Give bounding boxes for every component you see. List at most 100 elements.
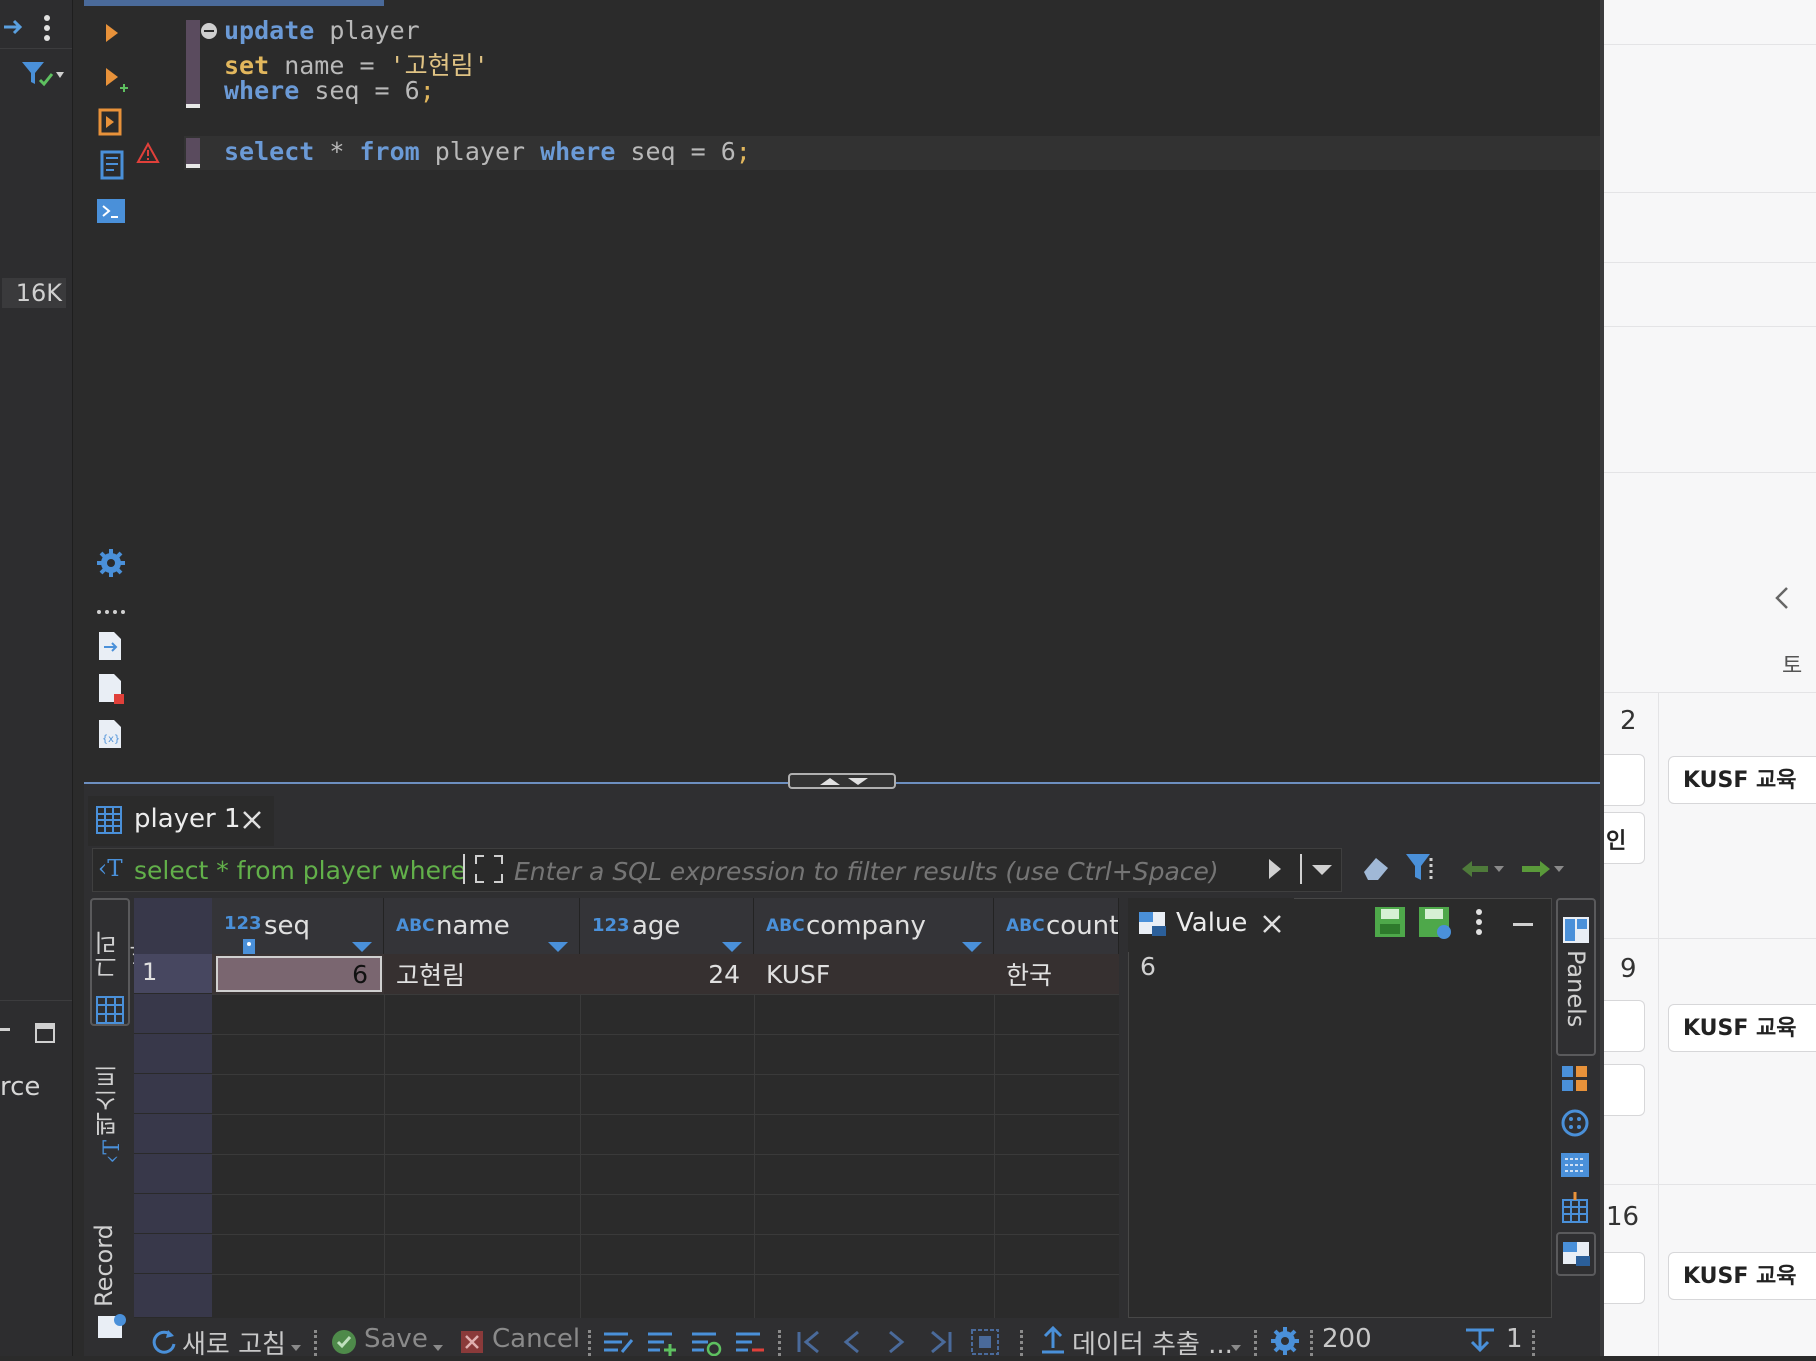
variables-file-icon[interactable]: {x}	[96, 718, 124, 754]
value-viewer-toggle[interactable]	[1556, 1232, 1596, 1276]
column-header-seq[interactable]: 123 seq	[212, 898, 384, 955]
copy-row-icon[interactable]	[690, 1328, 722, 1360]
fetch-size-value[interactable]: 200	[1322, 1324, 1372, 1354]
fold-collapse-icon[interactable]	[200, 22, 218, 44]
execute-statement-icon[interactable]	[104, 22, 120, 48]
calendar-date[interactable]: 9	[1620, 954, 1637, 984]
column-header-age[interactable]: 123 age	[580, 898, 754, 954]
splitter-handle[interactable]	[788, 773, 896, 789]
last-page-icon[interactable]	[928, 1330, 954, 1358]
save-button[interactable]: Save	[364, 1324, 428, 1354]
explain-plan-icon[interactable]	[96, 150, 126, 188]
column-name: company	[806, 911, 926, 941]
save-dropdown-icon[interactable]	[432, 1338, 444, 1357]
cancel-button[interactable]: Cancel	[492, 1324, 580, 1354]
code-line-3[interactable]: where seq = 6;	[224, 76, 435, 105]
maximize-icon[interactable]	[34, 1022, 56, 1048]
calendar-event-kusf[interactable]: KUSF 교육	[1668, 1252, 1816, 1300]
column-header-name[interactable]: ABC name	[384, 898, 580, 954]
tab-record-label[interactable]: Record	[90, 1216, 130, 1316]
grouping-icon[interactable]	[1560, 1064, 1590, 1098]
expand-icon[interactable]	[474, 854, 504, 888]
filter-check-icon[interactable]	[20, 60, 64, 92]
terminal-icon[interactable]	[96, 198, 126, 228]
row-number-cell	[134, 1154, 212, 1194]
cell-age[interactable]: 24	[580, 954, 754, 994]
close-tab-icon[interactable]	[242, 810, 262, 834]
fetch-all-icon[interactable]	[970, 1328, 1000, 1360]
row-count-icon[interactable]	[1464, 1326, 1496, 1360]
value-menu-icon[interactable]	[1474, 908, 1484, 942]
filter-funnel-icon[interactable]	[1404, 852, 1434, 888]
minimize-panel-icon[interactable]	[1512, 914, 1534, 933]
settings-gear-icon[interactable]	[96, 548, 126, 582]
calendar-date[interactable]: 16	[1606, 1202, 1639, 1232]
cell-country[interactable]: 한국	[994, 954, 1119, 994]
filter-history-dropdown-icon[interactable]	[1310, 862, 1334, 881]
save-value-to-file-icon[interactable]	[1418, 906, 1452, 944]
cell-seq[interactable]: 6	[216, 956, 382, 992]
prev-page-icon[interactable]	[842, 1330, 862, 1358]
delete-row-icon[interactable]	[734, 1328, 766, 1360]
query-preview-text[interactable]: select * from player where	[134, 856, 466, 885]
code-line-4[interactable]: select * from player where seq = 6;	[224, 137, 751, 166]
link-arrow-icon[interactable]	[2, 16, 26, 42]
more-vertical-icon[interactable]	[42, 14, 52, 46]
sql-editor[interactable]	[84, 0, 1600, 783]
execute-script-icon[interactable]	[96, 106, 126, 142]
cell-name[interactable]: 고현림	[384, 954, 580, 994]
cancel-x-icon[interactable]	[460, 1330, 484, 1358]
first-page-icon[interactable]	[796, 1330, 822, 1358]
tab-text-label[interactable]: 텍스트	[90, 1060, 130, 1140]
code-line-1[interactable]: update player	[224, 16, 420, 45]
calendar-event-fragment[interactable]	[1604, 1252, 1645, 1304]
more-dots-icon[interactable]	[96, 600, 126, 619]
column-type-label: 123	[592, 915, 630, 936]
export-data-button[interactable]: 데이터 추출 ...	[1072, 1324, 1233, 1361]
export-dropdown-icon[interactable]	[1230, 1338, 1242, 1357]
calendar-event-fragment[interactable]	[1604, 754, 1645, 806]
calendar-event-fragment[interactable]: 인	[1604, 812, 1645, 864]
calendar-event-kusf[interactable]: KUSF 교육	[1668, 1004, 1816, 1052]
column-header-company[interactable]: ABC company	[754, 898, 994, 954]
row-number-cell	[134, 1194, 212, 1234]
next-page-icon[interactable]	[886, 1330, 906, 1358]
refresh-button[interactable]: 새로 고침	[182, 1324, 286, 1361]
forward-arrow-icon[interactable]	[1520, 858, 1564, 884]
chevron-left-icon[interactable]	[1774, 586, 1790, 614]
back-arrow-icon[interactable]	[1460, 858, 1504, 884]
project-label-fragment[interactable]: rce	[0, 1072, 40, 1102]
calendar-event-kusf[interactable]: KUSF 교육	[1668, 756, 1816, 804]
execute-new-tab-icon[interactable]	[104, 66, 128, 100]
apply-filter-icon[interactable]	[1266, 856, 1284, 886]
export-file-icon[interactable]	[96, 630, 124, 666]
refresh-dropdown-icon[interactable]	[290, 1338, 302, 1357]
calendar-date[interactable]: 2	[1620, 706, 1637, 736]
calc-panel-icon[interactable]	[1560, 1150, 1590, 1184]
warning-icon	[136, 141, 160, 168]
table-grid-icon	[96, 806, 122, 838]
toolbar-settings-gear-icon[interactable]	[1270, 1326, 1300, 1360]
metadata-icon[interactable]	[1560, 1108, 1590, 1142]
column-name: seq	[264, 911, 311, 941]
save-check-icon[interactable]	[330, 1328, 358, 1360]
cell-company[interactable]: KUSF	[754, 954, 994, 994]
minimize-icon[interactable]	[0, 1022, 14, 1042]
column-insert-icon[interactable]	[1560, 1192, 1590, 1228]
eraser-icon[interactable]	[1360, 852, 1392, 888]
close-value-panel-icon[interactable]	[1262, 914, 1282, 938]
save-value-icon[interactable]	[1374, 906, 1406, 942]
refresh-icon[interactable]	[148, 1326, 178, 1360]
export-upload-icon[interactable]	[1040, 1325, 1066, 1360]
value-content[interactable]: 6	[1140, 952, 1156, 981]
calendar-event-fragment[interactable]	[1604, 1064, 1645, 1116]
calendar-event-fragment[interactable]	[1604, 1000, 1645, 1052]
edit-row-icon[interactable]	[602, 1328, 634, 1360]
column-header-country[interactable]: ABC countr	[994, 898, 1119, 954]
file-error-icon[interactable]	[96, 672, 126, 710]
filter-input[interactable]	[512, 850, 1262, 892]
grid-line	[212, 1074, 1119, 1075]
add-row-icon[interactable]	[646, 1328, 678, 1360]
value-tab-title: Value	[1176, 908, 1248, 938]
row-number-cell[interactable]: 1	[134, 954, 212, 994]
